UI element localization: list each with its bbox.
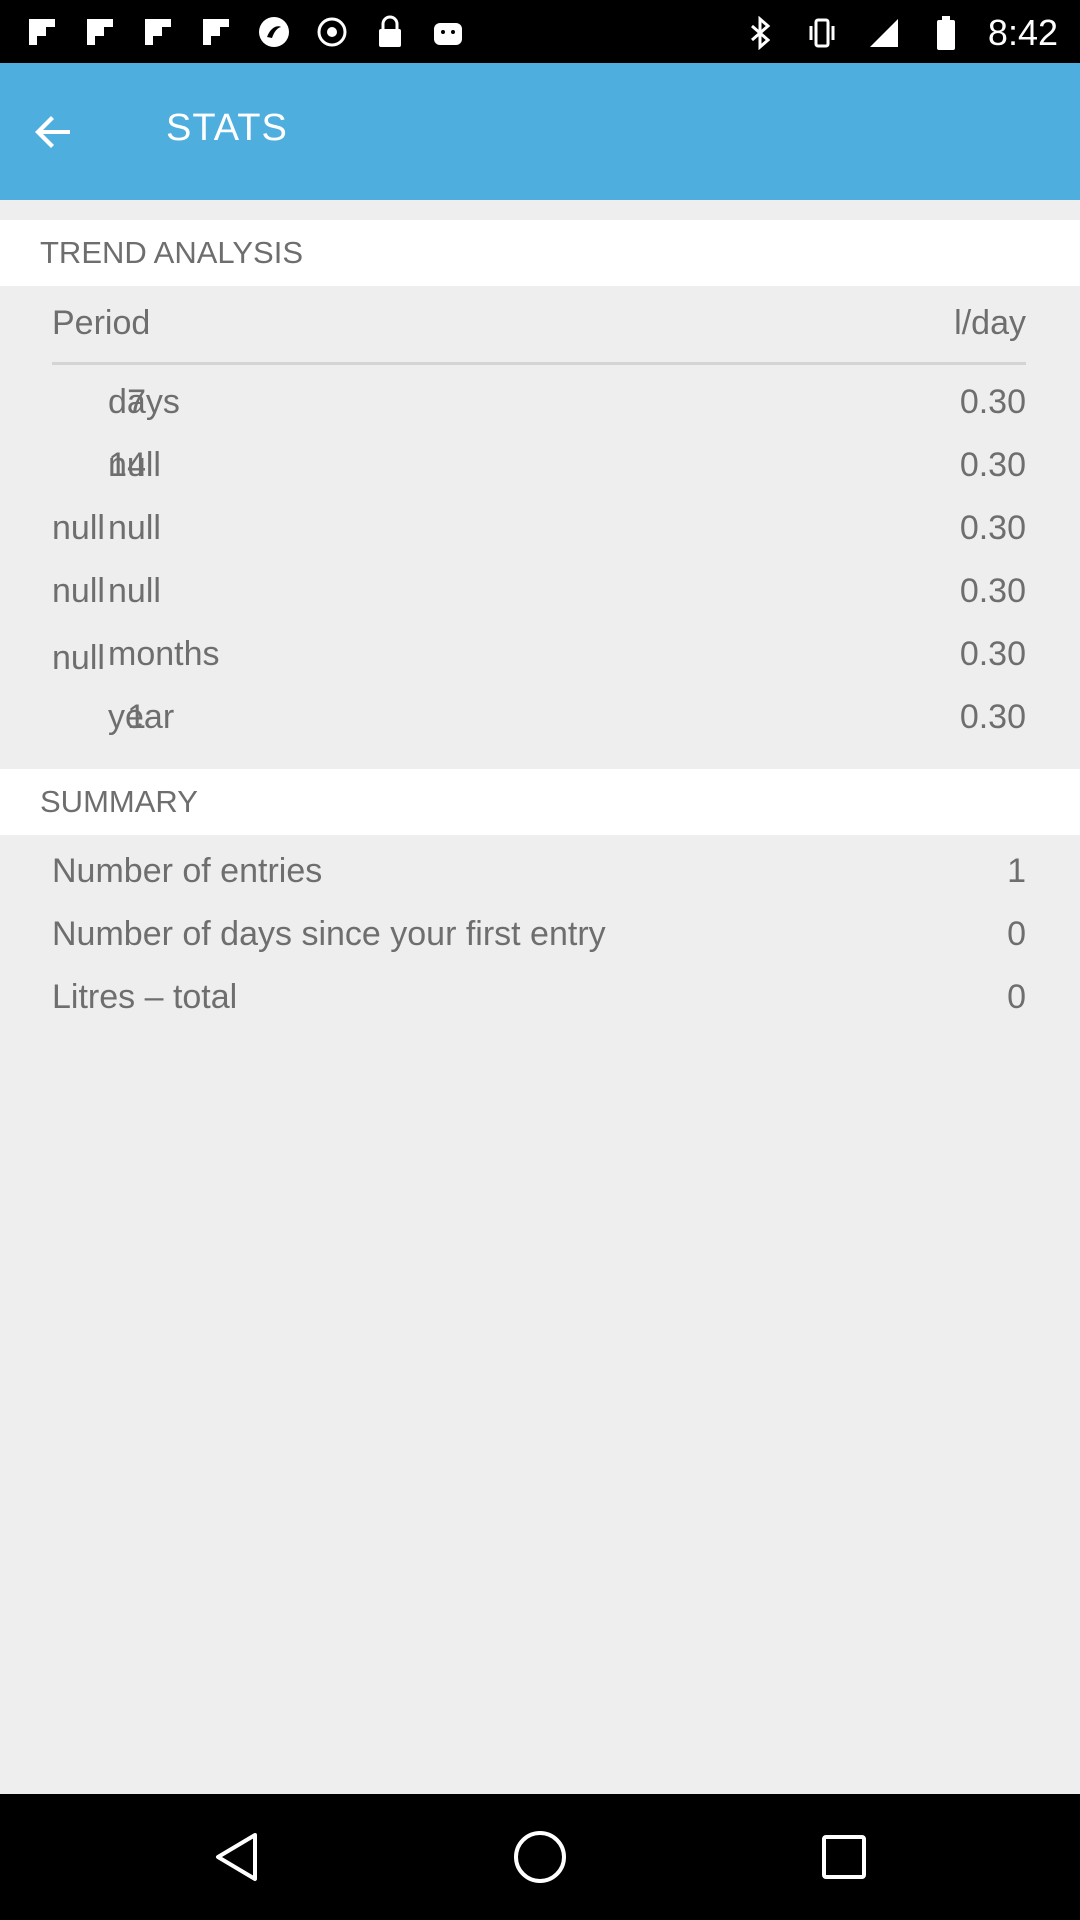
- trend-analysis-header: TREND ANALYSIS: [0, 220, 1080, 286]
- flipboard-icon: [22, 12, 62, 52]
- nav-back-button[interactable]: [196, 1822, 276, 1892]
- summary-row: Number of days since your first entry 0: [52, 915, 1026, 975]
- period-unit: null: [108, 572, 161, 610]
- summary-label: Number of entries: [52, 852, 323, 890]
- circle-home-icon: [514, 1831, 566, 1883]
- summary-value: 1: [1007, 852, 1026, 890]
- period-value: 0.30: [959, 446, 1026, 484]
- trend-row: 7 days 0.30: [52, 383, 1026, 443]
- period-value: 0.30: [959, 572, 1026, 610]
- trend-row: null null 0.30: [52, 509, 1026, 569]
- lock-icon: [370, 12, 410, 52]
- summary-label: Litres – total: [52, 978, 238, 1016]
- period-number: null: [52, 639, 105, 677]
- android-icon: [428, 12, 468, 52]
- trend-column-header: Period l/day: [52, 304, 1026, 364]
- summary-label: Number of days since your first entry: [52, 915, 606, 953]
- bluetooth-icon: [740, 13, 780, 53]
- page-title: STATS: [166, 107, 288, 149]
- period-unit: null: [108, 446, 161, 484]
- nav-home-button[interactable]: [500, 1822, 580, 1892]
- trend-row: 1 year 0.30: [52, 698, 1026, 758]
- trend-analysis-title: TREND ANALYSIS: [40, 235, 304, 270]
- period-value: 0.30: [959, 509, 1026, 547]
- navigation-bar: [0, 1794, 1080, 1920]
- back-button[interactable]: [18, 96, 90, 168]
- system-icons: 8:42: [740, 12, 1058, 54]
- unit-column-label: l/day: [954, 304, 1026, 342]
- alarm-icon: [312, 12, 352, 52]
- arrow-left-icon: [35, 116, 70, 148]
- app-icon: [254, 12, 294, 52]
- period-value: 0.30: [959, 635, 1026, 673]
- notification-icons: [22, 12, 468, 52]
- summary-title: SUMMARY: [40, 784, 198, 819]
- vibrate-icon: [802, 13, 842, 53]
- flipboard-icon: [196, 12, 236, 52]
- period-value: 0.30: [959, 698, 1026, 736]
- trend-row: 14 null 0.30: [52, 446, 1026, 506]
- battery-icon: [926, 13, 966, 53]
- period-unit: days: [108, 383, 180, 421]
- trend-row: null null 0.30: [52, 572, 1026, 632]
- period-number: null: [52, 509, 105, 547]
- summary-row: Litres – total 0: [52, 978, 1026, 1038]
- clock: 8:42: [987, 12, 1058, 53]
- trend-row: null months 0.30: [52, 635, 1026, 695]
- summary-value: 0: [1007, 978, 1026, 1016]
- summary-header: SUMMARY: [0, 769, 1080, 835]
- signal-icon: [864, 13, 904, 53]
- triangle-back-icon: [216, 1833, 257, 1881]
- period-unit: null: [108, 509, 161, 547]
- summary-value: 0: [1007, 915, 1026, 953]
- period-unit: year: [108, 698, 175, 736]
- square-recents-icon: [822, 1835, 866, 1879]
- app-bar: STATS: [0, 63, 1080, 200]
- divider: [52, 362, 1026, 365]
- period-column-label: Period: [52, 304, 151, 342]
- flipboard-icon: [80, 12, 120, 52]
- flipboard-icon: [138, 12, 178, 52]
- period-value: 0.30: [959, 383, 1026, 421]
- period-unit: months: [108, 635, 220, 673]
- period-number: null: [52, 572, 105, 610]
- nav-recents-button[interactable]: [804, 1822, 884, 1892]
- status-bar: 8:42: [0, 0, 1080, 63]
- stats-content[interactable]: TREND ANALYSIS Period l/day 7 days 0.30 …: [0, 200, 1080, 1794]
- summary-row: Number of entries 1: [52, 852, 1026, 912]
